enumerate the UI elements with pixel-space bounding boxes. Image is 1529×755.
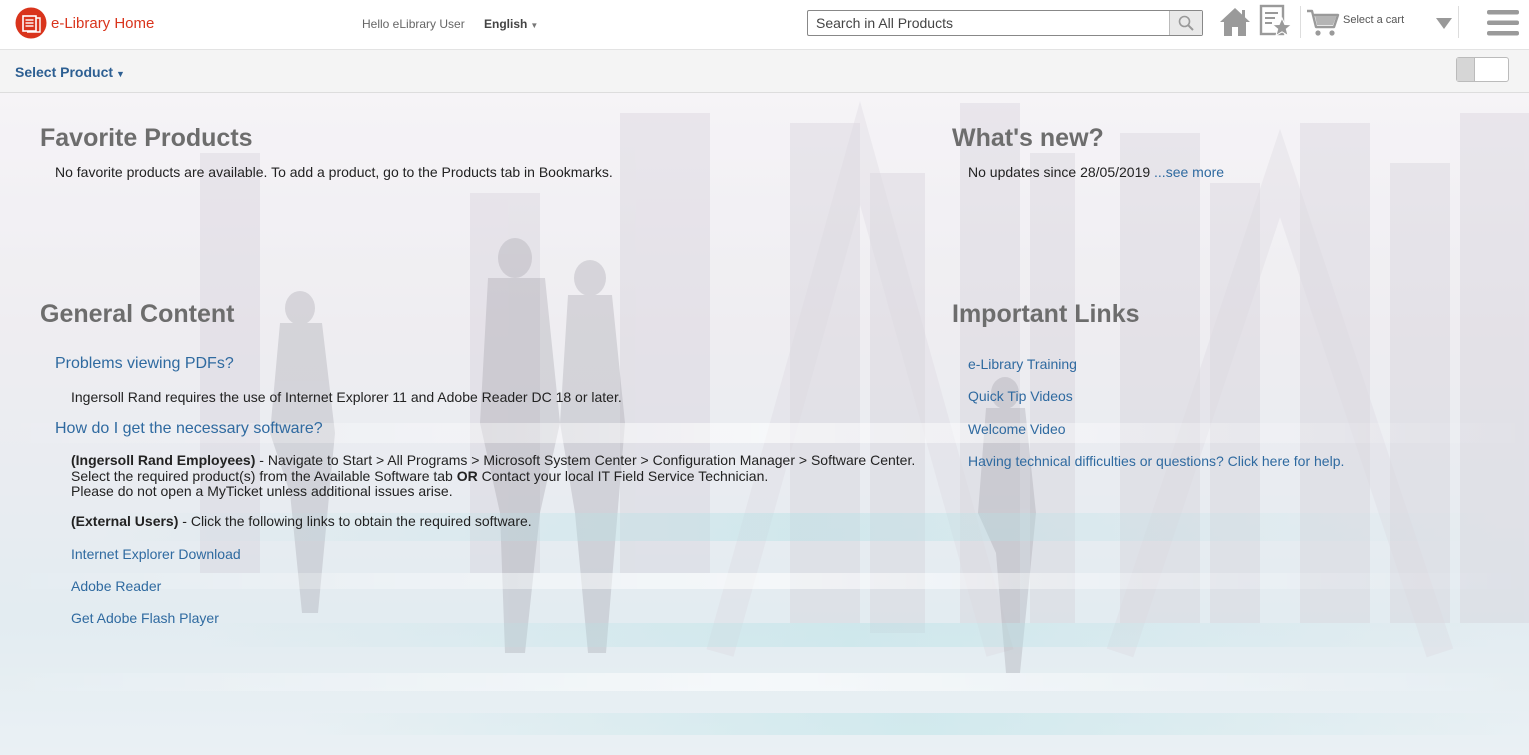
elibrary-logo-icon[interactable] (15, 7, 47, 39)
view-toggle[interactable] (1456, 57, 1509, 82)
language-selector[interactable]: English ▼ (484, 17, 538, 31)
favorites-icon[interactable] (1258, 4, 1294, 40)
employees-line-2b: Contact your local IT Field Service Tech… (477, 467, 769, 484)
select-product-label: Select Product (15, 64, 114, 80)
employee-instructions: (Ingersoll Rand Employees) - Navigate to… (71, 452, 931, 500)
welcome-video-link[interactable]: Welcome Video (968, 421, 1066, 437)
help-link[interactable]: Having technical difficulties or questio… (968, 453, 1344, 469)
caret-down-icon: ▼ (530, 21, 539, 30)
whats-new-message: No updates since 28/05/2019 ...see more (968, 164, 1224, 180)
quick-tip-videos-link[interactable]: Quick Tip Videos (968, 388, 1073, 404)
flash-player-link[interactable]: Get Adobe Flash Player (71, 610, 219, 626)
favorites-empty-message: No favorite products are available. To a… (55, 164, 613, 180)
or-label: OR (456, 467, 478, 484)
cart-selector-label[interactable]: Select a cart (1343, 14, 1404, 26)
external-users-text: - Click the following links to obtain th… (178, 513, 532, 529)
see-more-link[interactable]: ...see more (1154, 164, 1224, 180)
elibrary-training-link[interactable]: e-Library Training (968, 356, 1077, 372)
menu-icon[interactable] (1486, 9, 1520, 37)
toggle-knob (1457, 58, 1475, 81)
employees-line-2a: Select the required product(s) from the … (71, 467, 457, 484)
product-bar: Select Product ▼ (0, 50, 1529, 93)
search-icon (1178, 15, 1194, 31)
caret-down-icon: ▼ (116, 69, 125, 79)
pdf-question-link[interactable]: Problems viewing PDFs? (55, 355, 234, 373)
software-question-link[interactable]: How do I get the necessary software? (55, 420, 323, 438)
external-users-label: (External Users) (71, 513, 179, 529)
employees-line-3: Please do not open a MyTicket unless add… (71, 483, 453, 499)
user-greeting: Hello eLibrary User (362, 17, 465, 31)
app-title-link[interactable]: e-Library Home (51, 15, 154, 32)
whats-new-text: No updates since 28/05/2019 (968, 164, 1151, 180)
search-input[interactable] (808, 11, 1170, 35)
search-box (807, 10, 1203, 36)
header-divider (1458, 6, 1459, 38)
whats-new-heading: What's new? (952, 124, 1104, 152)
language-label: English (484, 17, 528, 31)
external-instructions: (External Users) - Click the following l… (71, 513, 532, 530)
adobe-reader-link[interactable]: Adobe Reader (71, 578, 161, 594)
pdf-requirements-text: Ingersoll Rand requires the use of Inter… (71, 389, 622, 405)
top-header: e-Library Home Hello eLibrary User Engli… (0, 0, 1529, 50)
important-links-heading: Important Links (952, 300, 1140, 328)
chevron-down-icon[interactable] (1436, 16, 1452, 34)
header-divider (1300, 6, 1301, 38)
favorite-products-heading: Favorite Products (40, 124, 253, 152)
cart-icon[interactable] (1306, 8, 1340, 38)
general-content-heading: General Content (40, 300, 235, 328)
employees-label: (Ingersoll Rand Employees) (71, 452, 256, 468)
employees-line-1: - Navigate to Start > All Programs > Mic… (255, 452, 916, 468)
search-button[interactable] (1169, 11, 1202, 35)
ie-download-link[interactable]: Internet Explorer Download (71, 546, 241, 562)
select-product-dropdown[interactable]: Select Product ▼ (15, 64, 125, 80)
home-icon[interactable] (1218, 5, 1252, 39)
